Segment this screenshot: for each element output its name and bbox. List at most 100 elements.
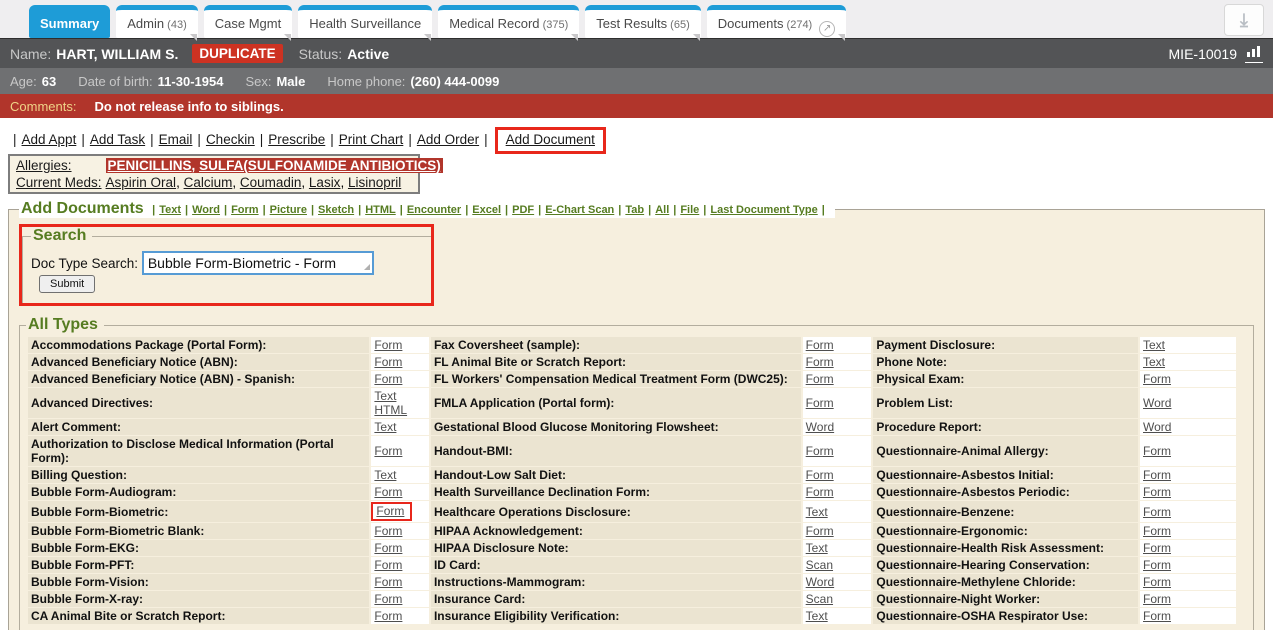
doc-link-html[interactable]: HTML (374, 403, 407, 417)
tab-health-surveillance[interactable]: Health Surveillance (298, 5, 432, 38)
doc-link-form[interactable]: Form (806, 396, 834, 410)
allergy-link[interactable]: PENICILLINS (108, 158, 192, 173)
tab-case-mgmt[interactable]: Case Mgmt (204, 5, 292, 38)
doc-link-form[interactable]: Form (374, 575, 402, 589)
doc-link-text[interactable]: Text (374, 389, 396, 403)
format-link-html[interactable]: HTML (365, 204, 396, 216)
current-meds-link[interactable]: Current Meds: (16, 175, 102, 190)
doc-link-scan[interactable]: Scan (806, 558, 833, 572)
add-task-link[interactable]: Add Task (90, 132, 145, 147)
doc-link-text[interactable]: Text (1143, 355, 1165, 369)
doc-link-form[interactable]: Form (374, 338, 402, 352)
doc-link-form[interactable]: Form (1143, 575, 1171, 589)
download-button[interactable]: ⤓ (1224, 4, 1264, 36)
doc-link-form[interactable]: Form (1143, 592, 1171, 606)
doc-type-label: Handout-BMI: (431, 436, 801, 466)
doc-link-form[interactable]: Form (1143, 609, 1171, 623)
print-chart-link[interactable]: Print Chart (339, 132, 404, 147)
tab-summary[interactable]: Summary (29, 5, 110, 38)
doc-link-form[interactable]: Form (806, 355, 834, 369)
format-link-encounter[interactable]: Encounter (407, 204, 461, 216)
bar-chart-icon[interactable] (1245, 45, 1263, 63)
add-order-link[interactable]: Add Order (417, 132, 479, 147)
tab-test-results[interactable]: Test Results (65) (585, 5, 700, 38)
allergy-link[interactable]: SULFA(SULFONAMIDE ANTIBIOTICS) (199, 158, 441, 173)
doc-link-form[interactable]: Form (806, 485, 834, 499)
tab-medical-record[interactable]: Medical Record (375) (438, 5, 579, 38)
tab-documents[interactable]: Documents (274)↗ (707, 5, 847, 38)
doc-link-form[interactable]: Form (374, 444, 402, 458)
doc-link-form[interactable]: Form (376, 504, 404, 518)
doc-link-form[interactable]: Form (374, 355, 402, 369)
format-link-file[interactable]: File (680, 204, 699, 216)
doc-type-search-input[interactable] (142, 251, 374, 275)
tab-label: Medical Record (449, 16, 539, 31)
checkin-link[interactable]: Checkin (206, 132, 255, 147)
add-appt-link[interactable]: Add Appt (22, 132, 77, 147)
add-document-link[interactable]: Add Document (506, 132, 595, 147)
med-link[interactable]: Aspirin Oral (106, 175, 177, 190)
doc-link-word[interactable]: Word (1143, 420, 1171, 434)
jump-arrow-icon[interactable]: ↗ (819, 21, 835, 37)
tab-count: (375) (540, 19, 569, 31)
allergies-link[interactable]: Allergies: (16, 158, 72, 173)
doc-link-text[interactable]: Text (374, 468, 396, 482)
med-link[interactable]: Lisinopril (348, 175, 401, 190)
doc-link-text[interactable]: Text (1143, 338, 1165, 352)
format-link-text[interactable]: Text (159, 204, 181, 216)
separator: | (484, 132, 488, 147)
format-link-form[interactable]: Form (231, 204, 259, 216)
doc-link-text[interactable]: Text (806, 541, 828, 555)
doc-link-form[interactable]: Form (374, 609, 402, 623)
doc-link-form[interactable]: Form (806, 468, 834, 482)
doc-type-label: Bubble Form-Biometric: (28, 501, 369, 522)
doc-link-form[interactable]: Form (1143, 444, 1171, 458)
doc-link-form[interactable]: Form (374, 372, 402, 386)
format-link-last-document-type[interactable]: Last Document Type (710, 204, 817, 216)
doc-link-form[interactable]: Form (374, 558, 402, 572)
doc-link-form[interactable]: Form (1143, 558, 1171, 572)
email-link[interactable]: Email (159, 132, 193, 147)
format-link-sketch[interactable]: Sketch (318, 204, 354, 216)
format-link-picture[interactable]: Picture (270, 204, 307, 216)
format-link-e-chart-scan[interactable]: E-Chart Scan (545, 204, 614, 216)
format-link-excel[interactable]: Excel (472, 204, 501, 216)
doc-link-form[interactable]: Form (1143, 468, 1171, 482)
format-link-pdf[interactable]: PDF (512, 204, 534, 216)
doc-link-form[interactable]: Form (1143, 524, 1171, 538)
doc-link-form[interactable]: Form (374, 592, 402, 606)
format-link-tab[interactable]: Tab (625, 204, 644, 216)
prescribe-link[interactable]: Prescribe (268, 132, 325, 147)
doc-link-text[interactable]: Text (806, 505, 828, 519)
doc-link-form[interactable]: Form (374, 524, 402, 538)
doc-link-text[interactable]: Text (806, 609, 828, 623)
doc-link-text[interactable]: Text (374, 420, 396, 434)
doc-link-form[interactable]: Form (374, 541, 402, 555)
doc-link-word[interactable]: Word (806, 575, 834, 589)
tab-bar: SummaryAdmin (43)Case MgmtHealth Surveil… (0, 0, 1273, 38)
doc-link-word[interactable]: Word (806, 420, 834, 434)
doc-link-form[interactable]: Form (374, 485, 402, 499)
med-link[interactable]: Calcium (184, 175, 233, 190)
doc-link-form[interactable]: Form (806, 338, 834, 352)
doc-link-form[interactable]: Form (1143, 485, 1171, 499)
patient-status: Active (347, 46, 389, 62)
doc-link-form[interactable]: Form (806, 444, 834, 458)
doc-type-label: Procedure Report: (873, 419, 1138, 435)
med-link[interactable]: Lasix (309, 175, 341, 190)
separator: | (400, 204, 403, 216)
format-link-all[interactable]: All (655, 204, 669, 216)
table-row: Authorization to Disclose Medical Inform… (28, 436, 1236, 466)
doc-link-form[interactable]: Form (1143, 505, 1171, 519)
med-link[interactable]: Coumadin (240, 175, 302, 190)
submit-button[interactable]: Submit (39, 275, 95, 293)
doc-link-scan[interactable]: Scan (806, 592, 833, 606)
doc-link-form[interactable]: Form (806, 524, 834, 538)
tab-admin[interactable]: Admin (43) (116, 5, 197, 38)
doc-link-form[interactable]: Form (806, 372, 834, 386)
doc-link-word[interactable]: Word (1143, 396, 1171, 410)
separator: | (703, 204, 706, 216)
format-link-word[interactable]: Word (192, 204, 220, 216)
doc-link-form[interactable]: Form (1143, 372, 1171, 386)
doc-link-form[interactable]: Form (1143, 541, 1171, 555)
